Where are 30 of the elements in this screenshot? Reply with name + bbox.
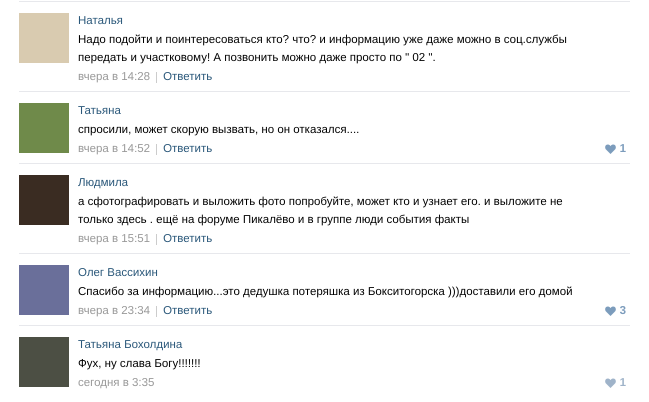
- comment-text: Фух, ну слава Богу!!!!!!!: [78, 357, 202, 372]
- author-name[interactable]: Татьяна Бохолдина: [78, 337, 630, 353]
- author-name[interactable]: Людмила: [78, 175, 630, 191]
- avatar-photo[interactable]: [19, 13, 69, 63]
- author-name[interactable]: Олег Вассихин: [78, 265, 630, 281]
- avatar-photo[interactable]: [19, 265, 69, 315]
- comment-text: Спасибо за информацию...это дедушка потеряшка из Бокситогорска )))доставили его домой: [78, 285, 574, 300]
- heart-icon[interactable]: [604, 306, 616, 316]
- comment-text: Надо подойти и поинтересоваться кто? что? и информацию уже даже можно в соц.службы передать и участковому! А позвонить можно даже просто по " 02 ".: [78, 33, 568, 66]
- comment-text: спросили, может скорую вызвать, но он отказался....: [78, 123, 360, 138]
- heart-icon[interactable]: [604, 378, 616, 388]
- author-name[interactable]: Наталья: [78, 13, 630, 29]
- comment-time: вчера в 14:52: [78, 142, 150, 157]
- like-count: 3: [620, 304, 626, 319]
- comment-time: вчера в 14:28: [78, 70, 150, 85]
- like-count: 1: [620, 142, 626, 157]
- like-count: 1: [620, 376, 626, 391]
- reply-link[interactable]: Ответить: [163, 230, 212, 248]
- reply-link[interactable]: Ответить: [163, 140, 212, 158]
- comment-time: вчера в 15:51: [78, 232, 150, 247]
- author-name[interactable]: Татьяна: [78, 103, 630, 119]
- avatar-photo[interactable]: [19, 103, 69, 153]
- heart-icon[interactable]: [604, 144, 616, 154]
- reply-link[interactable]: Ответить: [163, 302, 212, 320]
- avatar-photo[interactable]: [19, 337, 69, 387]
- avatar-photo[interactable]: [19, 175, 69, 225]
- comment-time: сегодня в 3:35: [78, 376, 154, 391]
- comment-time: вчера в 23:34: [78, 304, 150, 319]
- comment-text: а сфотографировать и выложить фото попробуйте, может кто и узнает его. и выложите не только здесь . ещё на форуме Пикалёво и в группе люди события факты: [78, 195, 564, 228]
- reply-link[interactable]: Ответить: [163, 68, 212, 86]
